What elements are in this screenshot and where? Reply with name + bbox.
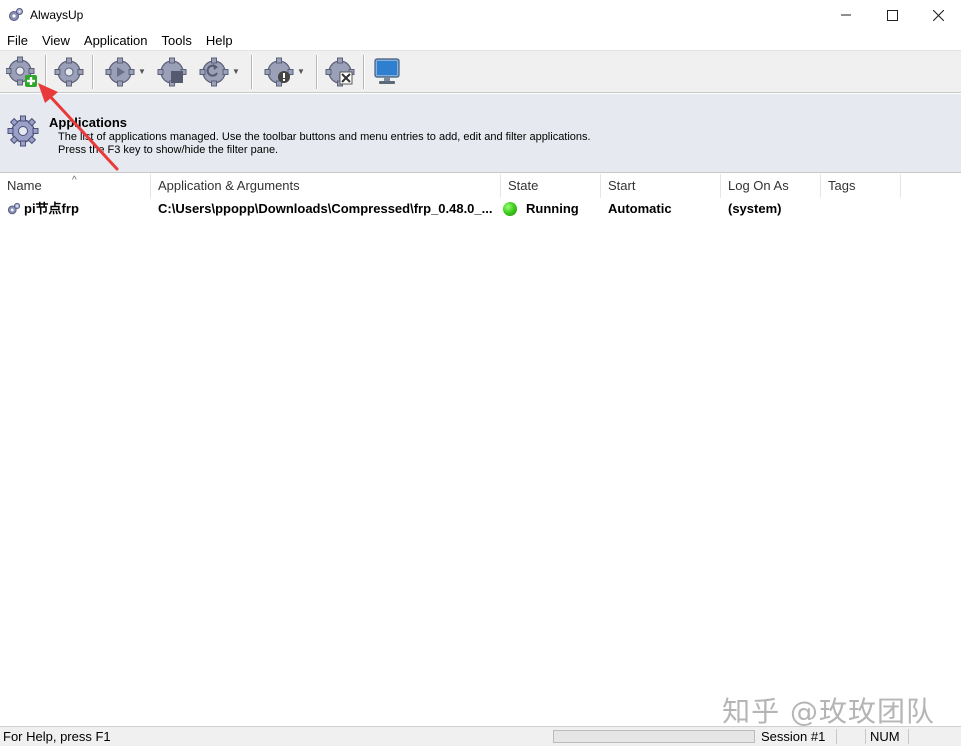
cell-name: pi节点frp	[0, 198, 151, 220]
start-application-icon	[105, 57, 135, 86]
title-bar: AlwaysUp	[0, 0, 961, 30]
state-text: Running	[526, 201, 579, 216]
restart-application-icon	[199, 57, 229, 86]
gear-icon	[6, 114, 40, 148]
stop-application-icon	[157, 57, 187, 86]
minimize-icon[interactable]	[823, 0, 869, 30]
application-name: pi节点frp	[24, 201, 79, 216]
column-header-tags[interactable]: Tags	[821, 174, 901, 198]
start-application-button[interactable]: ▼	[97, 53, 153, 91]
status-divider	[908, 729, 909, 744]
cell-state: Running	[501, 198, 601, 220]
menu-file[interactable]: File	[0, 30, 35, 51]
toolbar-separator	[363, 54, 364, 89]
maximize-icon[interactable]	[869, 0, 915, 30]
toolbar-separator	[92, 54, 93, 89]
cell-start: Automatic	[608, 201, 672, 216]
column-header-name[interactable]: Name ^	[0, 174, 151, 198]
gears-icon	[8, 7, 24, 23]
console-icon	[374, 57, 400, 84]
menu-bar: File View Application Tools Help	[0, 30, 961, 51]
watermark: 知乎 @玫玫团队	[722, 695, 935, 728]
column-header-start[interactable]: Start	[601, 174, 721, 198]
table-row[interactable]: pi节点frp C:\Users\ppopp\Downloads\Compres…	[0, 198, 961, 220]
stop-application-button[interactable]	[153, 53, 191, 91]
toolbar: ▼ ▼ ▼	[0, 51, 961, 93]
close-icon[interactable]	[915, 0, 961, 30]
window-controls	[823, 0, 961, 30]
applications-header-panel: Applications The list of applications ma…	[0, 94, 961, 173]
status-num-lock: NUM	[870, 729, 900, 744]
column-header-logon[interactable]: Log On As	[721, 174, 821, 198]
status-session: Session #1	[761, 729, 826, 744]
edit-application-button[interactable]	[50, 53, 88, 91]
window-title: AlwaysUp	[30, 8, 84, 22]
toolbar-separator	[251, 54, 252, 89]
delete-application-icon	[325, 57, 355, 86]
cell-app-args: C:\Users\ppopp\Downloads\Compressed\frp_…	[158, 201, 493, 216]
menu-application[interactable]: Application	[77, 30, 155, 51]
status-help-text: For Help, press F1	[3, 729, 111, 744]
gears-icon	[7, 202, 21, 215]
applications-table: Name ^ Application & Arguments State Sta…	[0, 174, 961, 726]
menu-tools[interactable]: Tools	[155, 30, 199, 51]
header-hint: Press the F3 key to show/hide the filter…	[58, 144, 279, 156]
status-progress-bar	[553, 730, 755, 743]
sort-ascending-icon: ^	[72, 175, 77, 186]
status-divider	[865, 729, 866, 744]
toolbar-separator	[45, 54, 46, 89]
menu-help[interactable]: Help	[199, 30, 240, 51]
chevron-down-icon: ▼	[138, 67, 146, 76]
header-description: The list of applications managed. Use th…	[58, 131, 591, 143]
cell-tags	[821, 198, 901, 220]
restart-application-button[interactable]: ▼	[191, 53, 247, 91]
column-header-state[interactable]: State	[501, 174, 601, 198]
status-divider	[836, 729, 837, 744]
status-bar: For Help, press F1 Session #1 NUM	[0, 726, 961, 746]
chevron-down-icon: ▼	[297, 67, 305, 76]
table-header: Name ^ Application & Arguments State Sta…	[0, 174, 961, 198]
edit-application-icon	[54, 57, 84, 86]
delete-application-button[interactable]	[321, 53, 359, 91]
running-status-icon	[503, 202, 517, 216]
column-header-application[interactable]: Application & Arguments	[151, 174, 501, 198]
chevron-down-icon: ▼	[232, 67, 240, 76]
column-label: Name	[7, 178, 42, 193]
toolbar-separator	[316, 54, 317, 89]
console-button[interactable]	[368, 53, 406, 91]
menu-view[interactable]: View	[35, 30, 77, 51]
page-title: Applications	[49, 115, 128, 130]
add-application-button[interactable]	[3, 53, 41, 91]
report-button[interactable]: ▼	[256, 53, 312, 91]
report-icon	[264, 57, 294, 86]
cell-logon: (system)	[728, 201, 782, 216]
add-application-icon	[6, 56, 37, 87]
